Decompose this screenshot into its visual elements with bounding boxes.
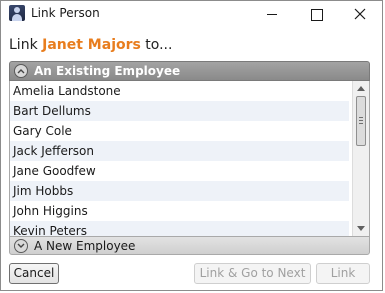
existing-employee-label: An Existing Employee: [34, 64, 181, 78]
scroll-thumb[interactable]: [356, 96, 366, 146]
list-item[interactable]: Amelia Landstone: [10, 81, 349, 101]
close-icon: [354, 8, 366, 20]
dialog-window: Link Person Link Janet Majors to... An E…: [0, 0, 383, 291]
list-item[interactable]: Jack Jefferson: [10, 141, 349, 161]
prompt-prefix: Link: [9, 37, 43, 53]
list-item[interactable]: Jane Goodfew: [10, 161, 349, 181]
new-employee-label: A New Employee: [34, 238, 136, 253]
list-item[interactable]: Bart Dellums: [10, 101, 349, 121]
window-title: Link Person: [31, 6, 100, 20]
link-prompt: Link Janet Majors to...: [9, 37, 172, 53]
existing-employee-header[interactable]: An Existing Employee: [9, 61, 370, 81]
cancel-button[interactable]: Cancel: [9, 263, 59, 284]
list-item[interactable]: Jim Hobbs: [10, 181, 349, 201]
person-name: Janet Majors: [42, 37, 141, 53]
scroll-up-icon[interactable]: [357, 86, 365, 91]
minimize-button[interactable]: [250, 1, 294, 27]
maximize-button[interactable]: [294, 1, 338, 27]
list-item[interactable]: John Higgins: [10, 201, 349, 221]
person-icon: [9, 5, 25, 21]
new-employee-header[interactable]: A New Employee: [9, 236, 370, 255]
list-item[interactable]: Kevin Peters: [10, 221, 349, 236]
employee-list[interactable]: Amelia Landstone Bart Dellums Gary Cole …: [9, 81, 370, 236]
title-bar[interactable]: Link Person: [1, 1, 382, 27]
chevron-down-icon[interactable]: [14, 238, 28, 253]
chevron-up-icon[interactable]: [14, 64, 28, 78]
prompt-suffix: to...: [140, 37, 173, 53]
close-button[interactable]: [338, 1, 382, 27]
list-item[interactable]: Gary Cole: [10, 121, 349, 141]
list-scrollbar[interactable]: [352, 81, 369, 236]
link-button[interactable]: Link: [316, 263, 370, 284]
scroll-down-icon[interactable]: [357, 226, 365, 231]
link-go-next-button[interactable]: Link & Go to Next: [194, 263, 311, 284]
